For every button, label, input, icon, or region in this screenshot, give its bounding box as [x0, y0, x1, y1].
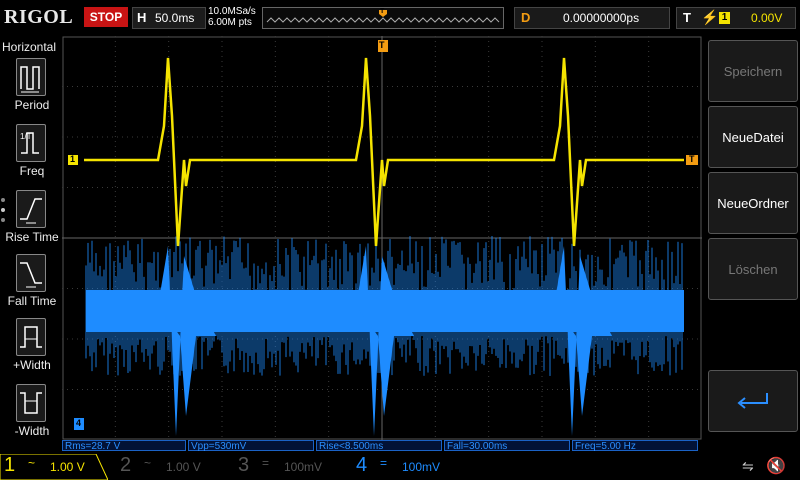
trigger-level: 0.00V — [751, 11, 783, 25]
channel-number: 1 — [4, 454, 16, 476]
delay-label: D — [521, 10, 531, 25]
menu-item-label: Fall Time — [7, 294, 57, 308]
channel-1-tab[interactable]: 1 ~ 1.00 V — [0, 454, 108, 480]
channel-bar: 1 ~ 1.00 V 2 ~ 1.00 V 3 = 100mV 4 = 100m… — [0, 452, 800, 480]
negative-width-icon — [16, 384, 46, 422]
channel-scale: 100mV — [402, 460, 441, 474]
coupling-icon: = — [262, 456, 270, 470]
menu-item-label: Rise Time — [5, 230, 59, 244]
measurement-results: Rms=28.7 V Vpp=530mV Rise<8.500ms Fall=3… — [62, 440, 702, 452]
trigger-control[interactable]: T ⚡ 1 0.00V — [676, 7, 796, 29]
measure-period-button[interactable]: Period — [6, 58, 58, 122]
waveform-display[interactable]: T 1 T 4 — [62, 36, 702, 440]
measurement-fall[interactable]: Fall=30.00ms — [444, 440, 570, 452]
coupling-icon: ~ — [144, 456, 152, 470]
memory-position-bar[interactable]: T — [262, 7, 504, 29]
brand-logo: RIGOL — [4, 6, 74, 28]
trigger-position-marker[interactable]: T — [378, 40, 388, 52]
channel-number: 3 — [238, 454, 250, 476]
fall-time-icon — [16, 254, 46, 292]
run-stop-button[interactable]: STOP — [84, 7, 128, 27]
memory-trigger-marker: T — [380, 8, 385, 15]
menu-item-label: Period — [14, 98, 50, 112]
measure-negative-width-button[interactable]: -Width — [6, 384, 58, 448]
channel-2-tab[interactable]: 2 ~ 1.00 V — [116, 454, 226, 478]
coupling-icon: ~ — [28, 456, 36, 470]
measurement-vpp[interactable]: Vpp=530mV — [188, 440, 314, 452]
menu-title: Horizontal — [2, 40, 57, 54]
channel-scale: 1.00 V — [50, 460, 85, 474]
menu-item-label: -Width — [14, 424, 50, 438]
menu-item-label: +Width — [13, 358, 51, 372]
measure-freq-button[interactable]: 1/T Freq — [6, 124, 58, 188]
channel-4-tab[interactable]: 4 = 100mV — [352, 454, 462, 478]
trigger-label: T — [683, 10, 691, 25]
status-bar: RIGOL STOP H 50.0ms 10.0MSa/s 6.00M pts … — [0, 0, 800, 36]
save-menu: Speichern Speichern NeueDatei NeueOrdner… — [704, 36, 800, 452]
menu-item-label: Freq — [19, 164, 45, 178]
frequency-icon: 1/T — [16, 124, 46, 162]
new-folder-button[interactable]: NeueOrdner — [708, 172, 798, 234]
new-file-button[interactable]: NeueDatei — [708, 106, 798, 168]
measurement-freq[interactable]: Freq=5.00 Hz — [572, 440, 698, 452]
channel-number: 2 — [120, 454, 132, 476]
timebase-control[interactable]: H 50.0ms — [132, 7, 206, 29]
channel-scale: 1.00 V — [166, 460, 201, 474]
menu-page-dots-icon — [1, 198, 5, 222]
memory-depth: 6.00M pts — [208, 17, 252, 28]
ch1-trace — [84, 57, 684, 247]
return-arrow-icon — [737, 393, 768, 409]
rising-edge-icon: ⚡ — [701, 9, 719, 25]
trigger-position-label: T — [379, 40, 385, 50]
speaker-muted-icon[interactable]: 🔇 — [766, 456, 786, 476]
measure-fall-time-button[interactable]: Fall Time — [6, 254, 58, 318]
measurement-rise[interactable]: Rise<8.500ms — [316, 440, 442, 452]
ch1-offset-marker[interactable]: 1 — [68, 154, 78, 165]
waveform-traces — [84, 57, 684, 436]
delay-value: 0.00000000ps — [563, 11, 640, 25]
channel-scale: 100mV — [284, 460, 323, 474]
channel-number: 4 — [356, 454, 368, 476]
back-button[interactable] — [708, 370, 798, 432]
delay-control[interactable]: D 0.00000000ps — [514, 7, 670, 29]
coupling-icon: = — [380, 456, 388, 470]
trigger-level-marker[interactable]: T — [686, 154, 698, 165]
save-button[interactable]: Speichern — [708, 40, 798, 102]
horizontal-measure-menu: Horizontal Period 1/T Freq Rise Time Fal… — [0, 36, 60, 452]
usb-icon: ⇋ — [742, 458, 754, 474]
positive-width-icon — [16, 318, 46, 356]
channel-3-tab[interactable]: 3 = 100mV — [234, 454, 344, 478]
timebase-label: H — [137, 10, 147, 25]
period-icon — [16, 58, 46, 96]
timebase-value: 50.0ms — [155, 11, 195, 25]
acquisition-info: 10.0MSa/s 6.00M pts — [208, 6, 256, 28]
ch1-marker-label: 1 — [70, 154, 76, 164]
measurement-rms[interactable]: Rms=28.7 V — [62, 440, 186, 452]
ch4-offset-marker[interactable]: 4 — [74, 418, 84, 430]
delete-button[interactable]: Löschen — [708, 238, 798, 300]
sample-rate: 10.0MSa/s — [208, 6, 256, 17]
ch4-marker-label: 4 — [76, 418, 82, 428]
trigger-level-marker-label: T — [689, 154, 695, 164]
measure-rise-time-button[interactable]: Rise Time — [5, 190, 59, 254]
measure-positive-width-button[interactable]: +Width — [6, 318, 58, 382]
rise-time-icon — [16, 190, 46, 228]
svg-text:1/T: 1/T — [20, 132, 32, 141]
